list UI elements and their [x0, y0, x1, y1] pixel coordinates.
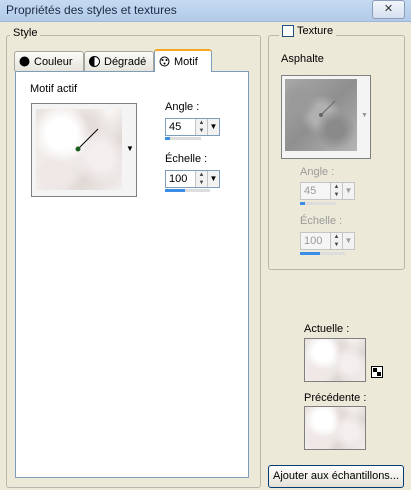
texture-angle-value: 45 — [304, 185, 317, 197]
angle-value: 45 — [169, 121, 182, 133]
scale-slider-fill — [165, 189, 186, 192]
texture-scale-slider-fill — [300, 252, 320, 255]
half-circle-icon — [89, 56, 100, 67]
window-title: Propriétés des styles et textures — [6, 3, 177, 17]
angle-indicator-icon — [75, 128, 99, 152]
current-pattern-label: Motif actif — [30, 83, 78, 95]
texture-swatch[interactable]: ▼ — [281, 75, 371, 159]
scale-value: 100 — [169, 173, 188, 185]
texture-angle-slider-fill — [300, 202, 305, 205]
angle-slider-fill — [165, 137, 170, 140]
texture-scale-dropdown-icon[interactable]: ▼ — [342, 233, 354, 249]
texture-angle-spin-buttons[interactable]: ▲ ▼ — [330, 183, 342, 199]
scale-label: Échelle : — [165, 153, 208, 165]
scale-up-icon[interactable]: ▲ — [196, 171, 207, 179]
texture-scale-value: 100 — [304, 235, 323, 247]
scale-spin-buttons[interactable]: ▲ ▼ — [195, 171, 207, 187]
texture-scale-up-icon[interactable]: ▲ — [331, 233, 342, 241]
tab-degrade[interactable]: Dégradé — [84, 51, 154, 71]
tab-motif[interactable]: Motif — [154, 49, 212, 72]
texture-scale-down-icon[interactable]: ▼ — [331, 241, 342, 249]
texture-checkbox[interactable] — [282, 25, 294, 37]
pattern-swatch[interactable]: ▼ — [31, 103, 137, 197]
texture-angle-down-icon[interactable]: ▼ — [331, 191, 342, 199]
texture-angle-label: Angle : — [300, 166, 335, 178]
texture-scale-spin-buttons[interactable]: ▲ ▼ — [330, 233, 342, 249]
angle-slider[interactable] — [165, 137, 201, 140]
style-group-label: Style — [10, 27, 41, 39]
swap-icon[interactable] — [371, 366, 383, 378]
texture-angle-spin-field[interactable]: 45 ▲ ▼ ▼ — [300, 182, 355, 200]
texture-scale-label: Échelle : — [300, 215, 343, 227]
texture-scale-slider[interactable] — [300, 252, 345, 255]
tab-couleur[interactable]: Couleur — [14, 51, 84, 71]
current-preview-swatch — [304, 338, 366, 382]
tab-couleur-label: Couleur — [34, 55, 73, 68]
tab-degrade-label: Dégradé — [104, 55, 147, 68]
scale-down-icon[interactable]: ▼ — [196, 179, 207, 187]
close-button[interactable]: ✕ — [372, 0, 405, 19]
angle-label: Angle : — [165, 101, 200, 113]
previous-preview-label: Précédente : — [304, 392, 367, 404]
texture-name: Asphalte — [281, 53, 324, 65]
angle-up-icon[interactable]: ▲ — [196, 119, 207, 127]
texture-angle-up-icon[interactable]: ▲ — [331, 183, 342, 191]
swatch-dropdown-arrow-icon[interactable]: ▼ — [126, 144, 134, 153]
angle-down-icon[interactable]: ▼ — [196, 127, 207, 135]
filled-circle-icon — [19, 56, 30, 67]
tab-motif-label: Motif — [174, 55, 198, 68]
pattern-icon — [159, 56, 170, 67]
texture-scale-spin-field[interactable]: 100 ▲ ▼ ▼ — [300, 232, 355, 250]
add-to-swatches-button[interactable]: Ajouter aux échantillons... — [268, 465, 404, 488]
current-preview-label: Actuelle : — [304, 323, 350, 335]
texture-angle-dropdown-icon[interactable]: ▼ — [342, 183, 354, 199]
texture-dropdown-arrow-icon[interactable]: ▼ — [361, 112, 368, 119]
texture-checkbox-row[interactable]: Texture — [279, 25, 337, 37]
texture-angle-indicator-icon — [319, 100, 336, 117]
texture-angle-slider[interactable] — [300, 202, 336, 205]
scale-slider[interactable] — [165, 189, 210, 192]
scale-dropdown-icon[interactable]: ▼ — [207, 171, 219, 187]
angle-spin-buttons[interactable]: ▲ ▼ — [195, 119, 207, 135]
texture-checkbox-label: Texture — [297, 25, 334, 37]
scale-spin-field[interactable]: 100 ▲ ▼ ▼ — [165, 170, 220, 188]
angle-spin-field[interactable]: 45 ▲ ▼ ▼ — [165, 118, 220, 136]
previous-preview-swatch[interactable] — [304, 406, 366, 450]
angle-dropdown-icon[interactable]: ▼ — [207, 119, 219, 135]
